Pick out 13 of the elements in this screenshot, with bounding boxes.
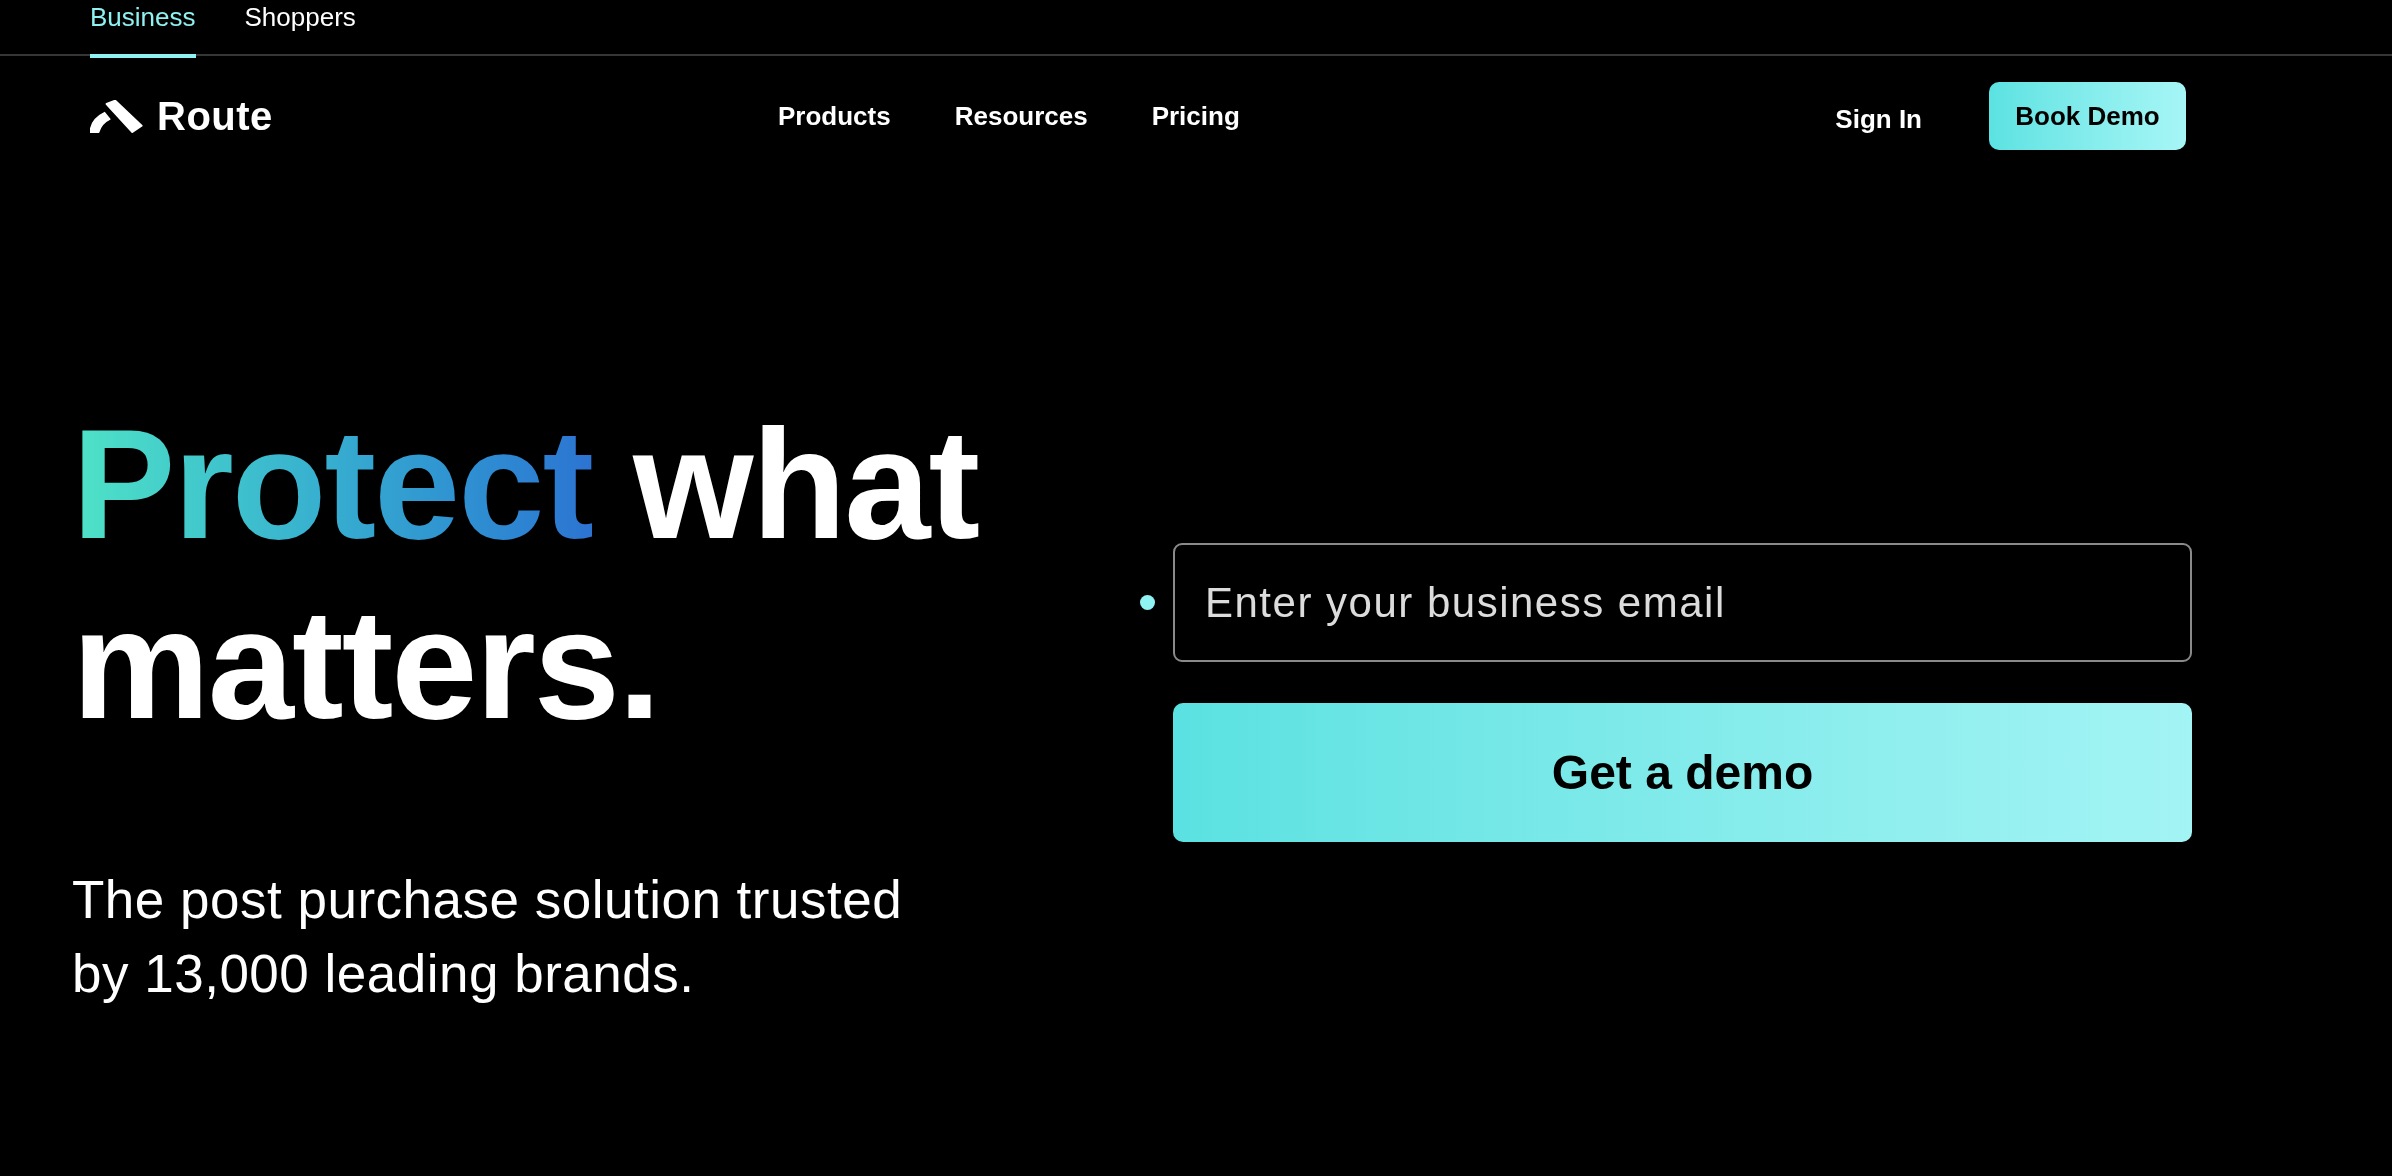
email-field[interactable]: Enter your business email — [1173, 543, 2192, 662]
logo-link[interactable]: Route — [90, 94, 273, 138]
nav-link[interactable]: Resources — [954, 100, 1088, 132]
sign-in-link[interactable]: Sign In — [1835, 103, 1922, 135]
audience-tab[interactable]: Shoppers — [244, 0, 356, 58]
nav-link[interactable]: Products — [778, 100, 891, 132]
audience-tab[interactable]: Business — [90, 0, 196, 58]
hero-subtitle: The post purchase solution trusted by 13,000 leading brands. — [72, 869, 904, 1005]
hero-headline: Protect what matters. — [72, 397, 980, 753]
logo-icon — [90, 99, 143, 133]
nav-link[interactable]: Pricing — [1151, 100, 1240, 132]
book-demo-button[interactable]: Book Demo — [1989, 82, 2186, 150]
get-demo-button[interactable]: Get a demo — [1173, 703, 2192, 842]
